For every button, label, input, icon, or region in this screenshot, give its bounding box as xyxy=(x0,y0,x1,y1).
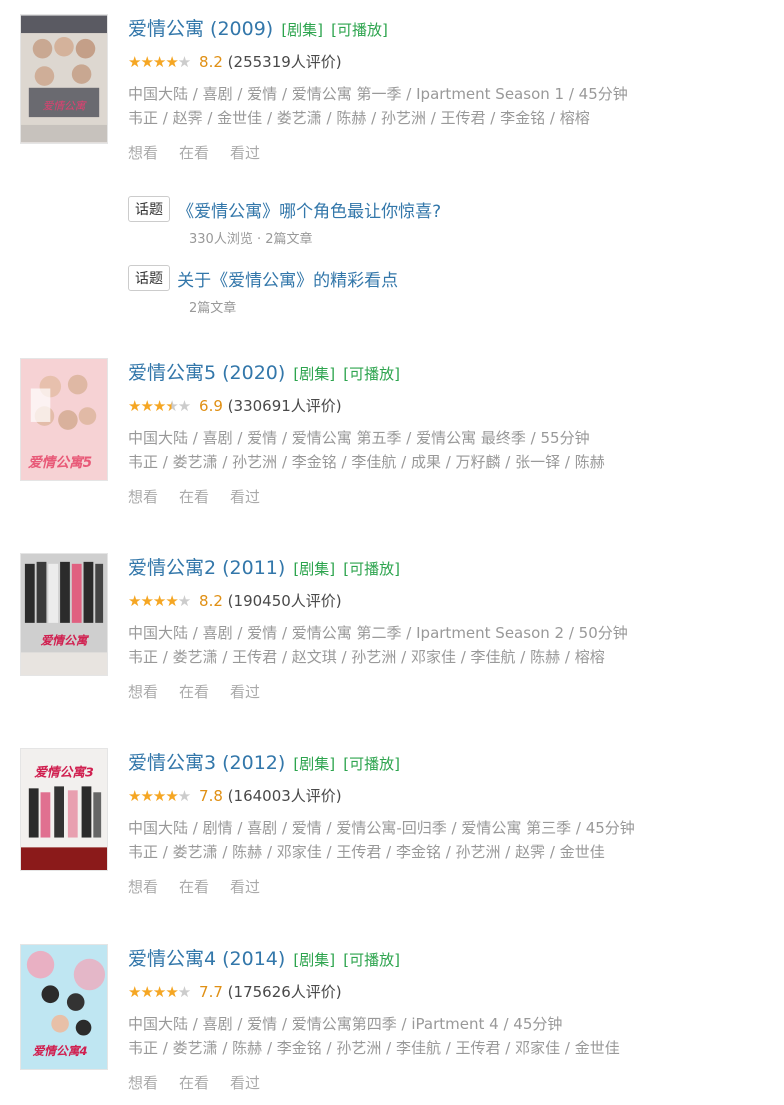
poster-logo-text: 爱情公寓 xyxy=(42,99,86,112)
rating-score: 8.2 xyxy=(199,53,223,71)
rating-score: 8.2 xyxy=(199,592,223,610)
poster-logo-text: 爱情公寓5 xyxy=(28,455,92,471)
watched-button[interactable]: 看过 xyxy=(230,144,260,162)
rating-score: 6.9 xyxy=(199,397,223,415)
watched-button[interactable]: 看过 xyxy=(230,683,260,701)
tag-playable[interactable]: [可播放] xyxy=(343,755,400,773)
want-to-watch-button[interactable]: 想看 xyxy=(128,144,158,162)
watching-button[interactable]: 在看 xyxy=(179,1074,209,1092)
poster-logo-text: 爱情公寓3 xyxy=(34,765,94,781)
topic-item: 话题 关于《爱情公寓》的精彩看点 2篇文章 xyxy=(128,265,398,316)
want-to-watch-button[interactable]: 想看 xyxy=(128,1074,158,1092)
item-meta: 中国大陆 / 喜剧 / 爱情 / 爱情公寓 第一季 / Ipartment Se… xyxy=(128,82,784,130)
rating-score: 7.7 xyxy=(199,983,223,1001)
poster-image[interactable]: 爱情公寓 xyxy=(20,14,108,144)
tag-series[interactable]: [剧集] xyxy=(293,951,335,969)
item-cast-line: 韦正 / 娄艺潇 / 陈赫 / 邓家佳 / 王传君 / 李金铭 / 孙艺洲 / … xyxy=(128,843,605,861)
item-genre-line: 中国大陆 / 喜剧 / 爱情 / 爱情公寓 第五季 / 爱情公寓 最终季 / 5… xyxy=(128,429,590,447)
poster-logo-text: 爱情公寓 xyxy=(41,633,90,647)
watched-button[interactable]: 看过 xyxy=(230,878,260,896)
rating: ★★★★★ 8.2 (255319人评价) xyxy=(128,52,784,72)
tag-series[interactable]: [剧集] xyxy=(293,755,335,773)
tag-series[interactable]: [剧集] xyxy=(281,21,323,39)
rating: ★★★★★ 7.7 (175626人评价) xyxy=(128,982,784,1002)
poster-art: 爱情公寓3 xyxy=(21,749,107,870)
want-to-watch-button[interactable]: 想看 xyxy=(128,488,158,506)
item-meta: 中国大陆 / 剧情 / 喜剧 / 爱情 / 爱情公寓-回归季 / 爱情公寓 第三… xyxy=(128,816,784,864)
rating-stars: ★★★★★ xyxy=(128,787,191,805)
item-cast-line: 韦正 / 娄艺潇 / 陈赫 / 李金铭 / 孙艺洲 / 李佳航 / 王传君 / … xyxy=(128,1039,620,1057)
watching-button[interactable]: 在看 xyxy=(179,488,209,506)
tag-series[interactable]: [剧集] xyxy=(293,365,335,383)
rating-votes: (190450人评价) xyxy=(227,592,342,610)
item-title[interactable]: 爱情公寓4 (2014) xyxy=(128,948,285,970)
topic-item: 话题 《爱情公寓》哪个角色最让你惊喜? 330人浏览 · 2篇文章 xyxy=(128,196,441,247)
item-cast-line: 韦正 / 娄艺潇 / 孙艺洲 / 李金铭 / 李佳航 / 成果 / 万籽麟 / … xyxy=(128,453,605,471)
poster-art: 爱情公寓 xyxy=(21,554,107,675)
item-actions: 想看 在看 看过 xyxy=(128,142,784,163)
want-to-watch-button[interactable]: 想看 xyxy=(128,683,158,701)
rating-score: 7.8 xyxy=(199,787,223,805)
item-genre-line: 中国大陆 / 喜剧 / 爱情 / 爱情公寓 第一季 / Ipartment Se… xyxy=(128,85,628,103)
tag-playable[interactable]: [可播放] xyxy=(343,951,400,969)
poster-image[interactable]: 爱情公寓4 xyxy=(20,944,108,1070)
item-cast-line: 韦正 / 赵霁 / 金世佳 / 娄艺潇 / 陈赫 / 孙艺洲 / 王传君 / 李… xyxy=(128,109,590,127)
item-cast-line: 韦正 / 娄艺潇 / 王传君 / 赵文琪 / 孙艺洲 / 邓家佳 / 李佳航 /… xyxy=(128,648,605,666)
tag-playable[interactable]: [可播放] xyxy=(343,560,400,578)
rating-votes: (175626人评价) xyxy=(227,983,342,1001)
tag-playable[interactable]: [可播放] xyxy=(343,365,400,383)
item-meta: 中国大陆 / 喜剧 / 爱情 / 爱情公寓 第二季 / Ipartment Se… xyxy=(128,621,784,669)
rating: ★★★★★ 6.9 (330691人评价) xyxy=(128,396,784,416)
rating: ★★★★★ 7.8 (164003人评价) xyxy=(128,786,784,806)
rating-votes: (164003人评价) xyxy=(227,787,342,805)
topic-badge[interactable]: 话题 xyxy=(128,265,170,291)
item-genre-line: 中国大陆 / 剧情 / 喜剧 / 爱情 / 爱情公寓-回归季 / 爱情公寓 第三… xyxy=(128,819,635,837)
item-title[interactable]: 爱情公寓2 (2011) xyxy=(128,557,285,579)
rating-votes: (255319人评价) xyxy=(227,53,342,71)
poster-image[interactable]: 爱情公寓5 xyxy=(20,358,108,481)
rating-stars: ★★★★★ xyxy=(128,983,191,1001)
topic-stats: 330人浏览 · 2篇文章 xyxy=(189,232,313,247)
poster-image[interactable]: 爱情公寓 xyxy=(20,553,108,676)
topic-title[interactable]: 关于《爱情公寓》的精彩看点 xyxy=(177,271,398,291)
topic-badge[interactable]: 话题 xyxy=(128,196,170,222)
tag-series[interactable]: [剧集] xyxy=(293,560,335,578)
item-title[interactable]: 爱情公寓3 (2012) xyxy=(128,752,285,774)
watching-button[interactable]: 在看 xyxy=(179,683,209,701)
want-to-watch-button[interactable]: 想看 xyxy=(128,878,158,896)
item-actions: 想看 在看 看过 xyxy=(128,486,784,507)
poster-image[interactable]: 爱情公寓3 xyxy=(20,748,108,871)
poster-art: 爱情公寓5 xyxy=(21,359,107,480)
rating-stars: ★★★★★ xyxy=(128,397,191,415)
poster-logo-text: 爱情公寓4 xyxy=(33,1044,88,1058)
item-actions: 想看 在看 看过 xyxy=(128,876,784,897)
topic-title[interactable]: 《爱情公寓》哪个角色最让你惊喜? xyxy=(177,202,441,222)
item-actions: 想看 在看 看过 xyxy=(128,1072,784,1093)
tag-playable[interactable]: [可播放] xyxy=(331,21,388,39)
topic-stats: 2篇文章 xyxy=(189,301,237,316)
watching-button[interactable]: 在看 xyxy=(179,144,209,162)
watched-button[interactable]: 看过 xyxy=(230,1074,260,1092)
item-genre-line: 中国大陆 / 喜剧 / 爱情 / 爱情公寓 第二季 / Ipartment Se… xyxy=(128,624,628,642)
item-actions: 想看 在看 看过 xyxy=(128,681,784,702)
watching-button[interactable]: 在看 xyxy=(179,878,209,896)
item-genre-line: 中国大陆 / 喜剧 / 爱情 / 爱情公寓第四季 / iPartment 4 /… xyxy=(128,1015,563,1033)
watched-button[interactable]: 看过 xyxy=(230,488,260,506)
rating-stars: ★★★★★ xyxy=(128,592,191,610)
item-meta: 中国大陆 / 喜剧 / 爱情 / 爱情公寓第四季 / iPartment 4 /… xyxy=(128,1012,784,1060)
rating-stars: ★★★★★ xyxy=(128,53,191,71)
item-title[interactable]: 爱情公寓5 (2020) xyxy=(128,362,285,384)
poster-art: 爱情公寓4 xyxy=(21,945,107,1069)
rating: ★★★★★ 8.2 (190450人评价) xyxy=(128,591,784,611)
item-meta: 中国大陆 / 喜剧 / 爱情 / 爱情公寓 第五季 / 爱情公寓 最终季 / 5… xyxy=(128,426,784,474)
item-title[interactable]: 爱情公寓 (2009) xyxy=(128,18,273,40)
poster-art: 爱情公寓 xyxy=(21,15,107,143)
rating-votes: (330691人评价) xyxy=(227,397,342,415)
